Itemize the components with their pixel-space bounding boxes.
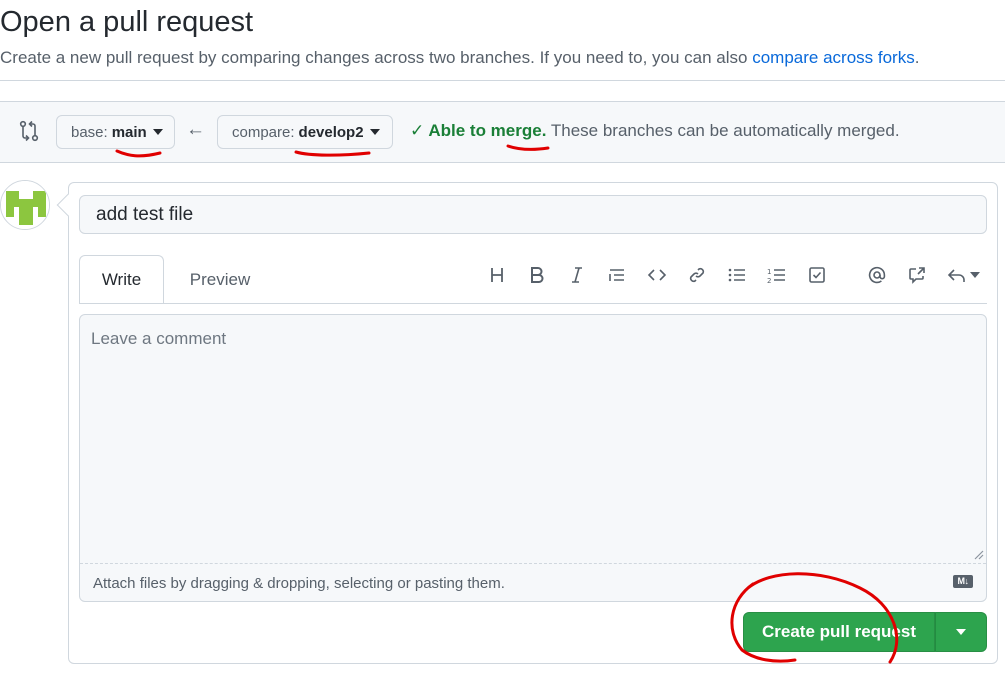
compare-branch-name: develop2 (298, 123, 364, 141)
reply-icon[interactable] (943, 261, 983, 289)
base-label: base: (71, 123, 108, 141)
cross-reference-icon[interactable] (903, 261, 931, 289)
code-icon[interactable] (643, 261, 671, 289)
comment-textarea[interactable] (79, 314, 987, 602)
base-branch-name: main (111, 123, 147, 141)
link-icon[interactable] (683, 261, 711, 289)
quote-icon[interactable] (603, 261, 631, 289)
merge-status-ok: Able to merge. (428, 121, 547, 140)
markdown-icon[interactable]: M↓ (953, 575, 973, 588)
page-title: Open a pull request (0, 6, 254, 38)
mention-icon[interactable] (863, 261, 891, 289)
task-list-icon[interactable] (803, 261, 831, 289)
attach-files-text[interactable]: Attach files by dragging & dropping, sel… (93, 575, 505, 592)
check-icon: ✓ (410, 121, 429, 140)
arrow-left-icon: ← (186, 119, 205, 140)
bold-icon[interactable] (523, 261, 551, 289)
divider (0, 80, 1005, 81)
svg-text:1: 1 (767, 268, 771, 276)
base-branch-dropdown[interactable]: base: main (56, 115, 175, 149)
tab-write[interactable]: Write (79, 255, 164, 304)
merge-status: ✓ Able to merge. These branches can be a… (410, 121, 900, 141)
merge-status-text: These branches can be automatically merg… (546, 121, 900, 140)
title-input[interactable] (79, 195, 987, 234)
identicon-icon (1, 181, 49, 229)
subtitle-text: Create a new pull request by comparing c… (0, 48, 753, 67)
comment-placeholder: Leave a comment (91, 329, 227, 348)
attach-divider (80, 563, 986, 564)
create-pull-request-button[interactable]: Create pull request (743, 612, 935, 652)
chevron-down-icon (956, 629, 966, 635)
bulleted-list-icon[interactable] (723, 261, 751, 289)
compare-label: compare: (232, 123, 295, 141)
chevron-down-icon (969, 272, 980, 278)
page-subtitle: Create a new pull request by comparing c… (0, 48, 919, 68)
heading-icon[interactable] (483, 261, 511, 289)
compare-across-forks-link[interactable]: compare across forks (752, 48, 915, 67)
numbered-list-icon[interactable]: 12 (763, 261, 791, 289)
chevron-down-icon (369, 129, 380, 135)
italic-icon[interactable] (563, 261, 591, 289)
tab-preview[interactable]: Preview (172, 255, 268, 304)
subtitle-end: . (914, 48, 920, 67)
git-compare-icon (19, 120, 39, 142)
create-options-dropdown[interactable] (935, 612, 987, 652)
compare-branch-dropdown[interactable]: compare: develop2 (217, 115, 393, 149)
chevron-down-icon (152, 129, 163, 135)
svg-text:2: 2 (767, 277, 771, 285)
resize-handle-icon[interactable] (972, 548, 984, 560)
avatar[interactable] (0, 180, 50, 230)
tab-divider (79, 303, 987, 304)
